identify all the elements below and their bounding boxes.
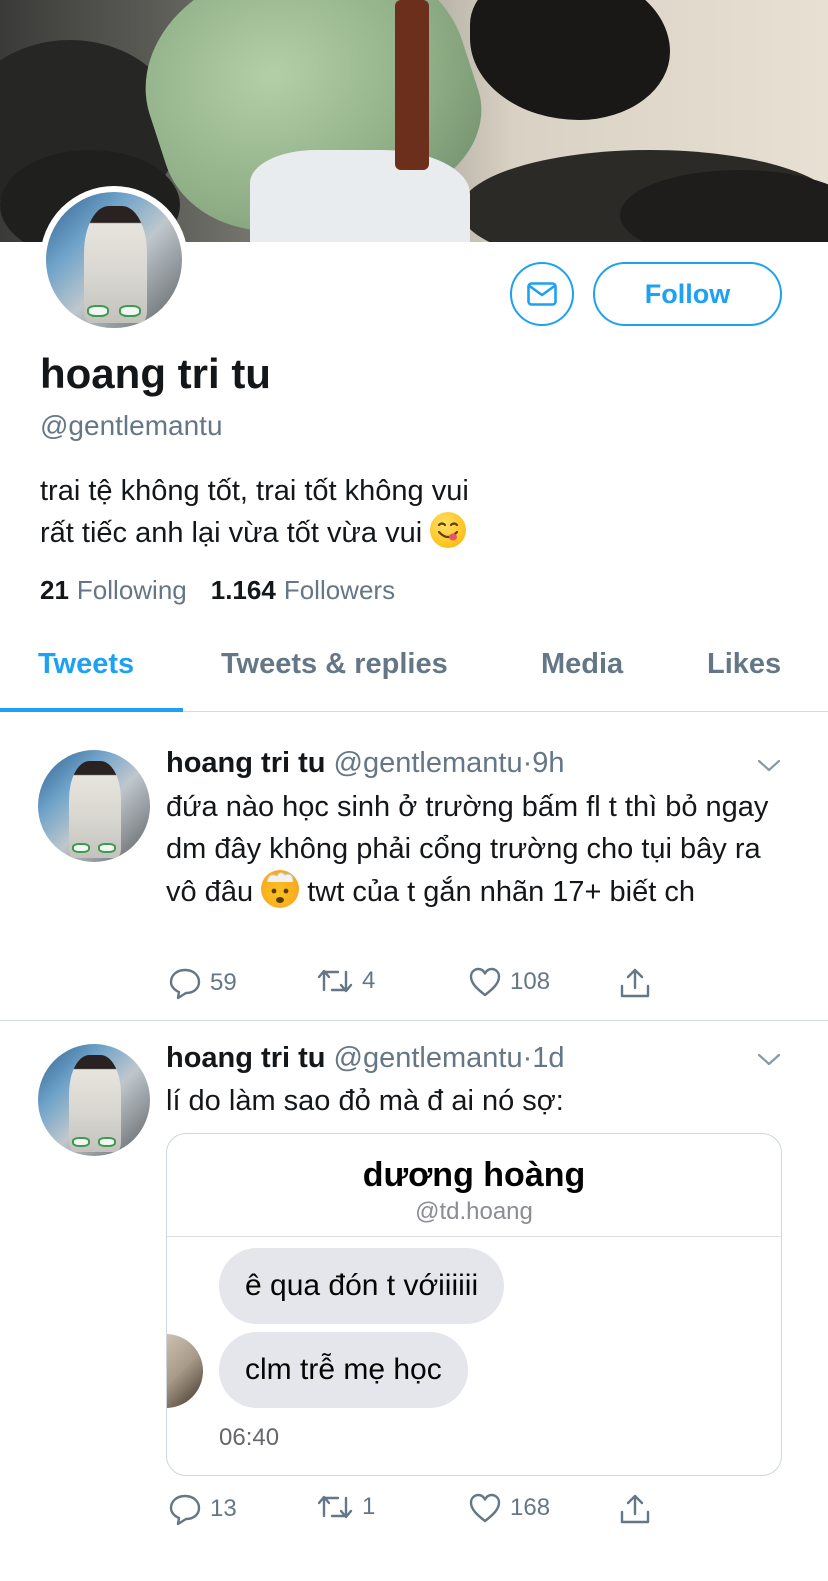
bio-line-2: rất tiếc anh lại vừa tốt vừa vui: [40, 512, 740, 554]
tweet-time: 1d: [532, 1042, 565, 1074]
tweet-text: lí do làm sao đỏ mà đ ai nó sợ:: [166, 1085, 564, 1117]
dm-sender-avatar: [167, 1334, 203, 1408]
profile-name: hoang tri tu: [40, 350, 271, 397]
like-button[interactable]: 108: [468, 966, 550, 998]
message-button[interactable]: [510, 262, 574, 326]
share-icon: [620, 968, 650, 998]
reply-icon: [169, 968, 201, 1000]
exploding-head-emoji-icon: [261, 870, 300, 908]
tweet-avatar[interactable]: [38, 1044, 150, 1156]
retweet-icon: [317, 969, 353, 993]
profile-avatar[interactable]: [40, 186, 188, 334]
share-button[interactable]: [618, 966, 652, 1000]
tweet-avatar[interactable]: [38, 750, 150, 862]
chevron-down-icon[interactable]: [756, 1046, 782, 1072]
tweet-time: 9h: [532, 747, 565, 779]
dm-header-divider: [167, 1236, 781, 1237]
tweet-actions: 59 4 108: [166, 966, 686, 1006]
profile-handle: @gentlemantu: [40, 410, 223, 441]
like-button[interactable]: 168: [468, 1492, 550, 1524]
bio-line-1: trai tệ không tốt, trai tốt không vui: [40, 475, 469, 507]
dm-message-bubble: clm trễ mẹ học: [219, 1332, 468, 1408]
dm-timestamp: 06:40: [219, 1424, 280, 1451]
reply-button[interactable]: 13: [168, 1492, 237, 1526]
tweet-media-card[interactable]: dương hoàng @td.hoang ê qua đón t vớiiii…: [166, 1133, 782, 1476]
heart-icon: [469, 1493, 501, 1523]
dm-contact-name: dương hoàng: [362, 1156, 586, 1194]
tab-tweets-replies[interactable]: Tweets & replies: [221, 648, 448, 681]
share-icon: [620, 1494, 650, 1524]
tweet-text: đứa nào học sinh ở trường bấm fl t thì b…: [166, 791, 769, 908]
tweet-author-handle: @gentlemantu: [333, 1042, 523, 1074]
following-link[interactable]: 21 Following: [40, 575, 187, 606]
yum-emoji-icon: [430, 512, 467, 548]
tweet-actions: 13 1 168: [166, 1492, 686, 1532]
profile-bio: trai tệ không tốt, trai tốt không vui rấ…: [40, 470, 740, 554]
active-tab-indicator: [0, 708, 183, 712]
reply-icon: [169, 1494, 201, 1526]
retweet-icon: [317, 1495, 353, 1519]
tweet-author-name[interactable]: hoang tri tu: [166, 1042, 325, 1074]
tweet-header: hoang tri tu @gentlemantu·1d: [166, 1042, 565, 1074]
tab-media[interactable]: Media: [541, 648, 623, 681]
retweet-button[interactable]: 4: [316, 966, 375, 996]
tab-likes[interactable]: Likes: [707, 648, 781, 681]
heart-icon: [469, 967, 501, 997]
dm-contact-handle: @td.hoang: [415, 1198, 533, 1225]
profile-tabs: Tweets Tweets & replies Media Likes: [0, 630, 828, 712]
tweet-author-handle: @gentlemantu: [333, 747, 523, 779]
follow-button[interactable]: Follow: [593, 262, 782, 326]
tweet-divider: [0, 1020, 828, 1021]
envelope-icon: [527, 282, 557, 306]
reply-button[interactable]: 59: [168, 966, 237, 1000]
retweet-button[interactable]: 1: [316, 1492, 375, 1522]
tweet-author-name[interactable]: hoang tri tu: [166, 747, 325, 779]
chevron-down-icon[interactable]: [756, 752, 782, 778]
tweet-header: hoang tri tu @gentlemantu·9h: [166, 747, 565, 779]
profile-stats: 21 Following 1.164 Followers: [40, 575, 395, 606]
dm-message-bubble: ê qua đón t vớiiiiii: [219, 1248, 505, 1324]
share-button[interactable]: [618, 1492, 652, 1526]
followers-link[interactable]: 1.164 Followers: [211, 575, 395, 606]
tab-tweets[interactable]: Tweets: [38, 648, 134, 681]
